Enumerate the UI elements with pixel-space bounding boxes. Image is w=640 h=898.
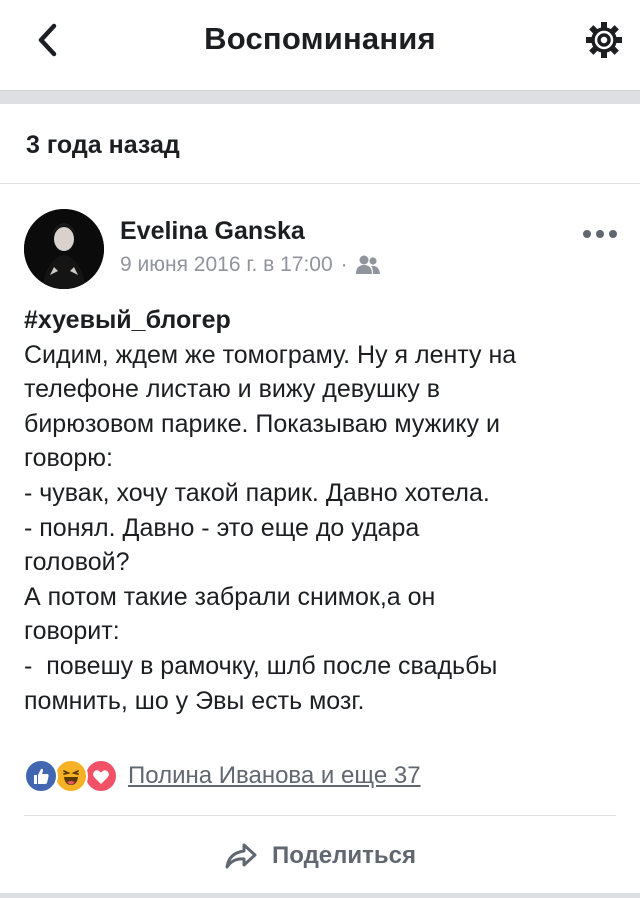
share-label: Поделиться <box>271 842 417 869</box>
post-divider <box>24 815 616 816</box>
post-line: - повешу в рамочку, шлб после свадьбы <box>24 651 498 680</box>
reaction-icons <box>24 759 124 793</box>
post-date[interactable]: 9 июня 2016 г. в 17:00 <box>120 253 333 277</box>
post-hashtag[interactable]: #хуевый_блогер <box>24 303 624 338</box>
post-meta: 9 июня 2016 г. в 17:00 · <box>120 253 382 277</box>
reactions-summary[interactable]: Полина Иванова и еще 37 <box>128 762 421 790</box>
post-line: А потом такие забрали снимок,а он <box>24 582 436 611</box>
share-arrow-icon <box>224 841 258 871</box>
like-icon <box>24 759 58 793</box>
post-line: телефоне листаю и вижу девушку в <box>24 375 441 404</box>
post-line: - понял. Давно - это еще до удара <box>24 513 420 542</box>
avatar[interactable] <box>24 209 104 289</box>
post-line: - чувак, хочу такой парик. Давно хотела. <box>24 478 490 507</box>
more-dots-icon[interactable] <box>580 227 620 241</box>
bottom-divider <box>0 893 640 898</box>
share-button[interactable]: Поделиться <box>0 830 640 882</box>
gear-icon[interactable] <box>582 18 626 62</box>
top-navbar: Воспоминания <box>0 0 640 90</box>
post-line: бирюзовом парике. Показываю мужику и <box>24 409 500 438</box>
post-line: головой? <box>24 548 130 577</box>
section-divider <box>0 90 640 104</box>
post-line: говорит: <box>24 617 120 646</box>
memories-section-header: 3 года назад <box>0 104 640 184</box>
post-body: #хуевый_блогер Сидим, ждем же томограму.… <box>24 303 624 718</box>
love-icon <box>84 759 118 793</box>
friends-icon <box>354 254 382 276</box>
page-title: Воспоминания <box>204 21 436 56</box>
post-line: помнить, шо у Эвы есть мозг. <box>24 686 365 715</box>
meta-separator: · <box>340 253 348 276</box>
reactions-bar[interactable]: Полина Иванова и еще 37 <box>24 759 421 793</box>
section-title: 3 года назад <box>26 131 180 159</box>
haha-icon <box>54 759 88 793</box>
post-author[interactable]: Evelina Ganska <box>120 217 305 246</box>
memory-post: Evelina Ganska 9 июня 2016 г. в 17:00 · … <box>0 185 640 898</box>
post-line: говорю: <box>24 444 113 473</box>
post-line: Сидим, ждем же томограму. Ну я ленту на <box>24 340 517 369</box>
